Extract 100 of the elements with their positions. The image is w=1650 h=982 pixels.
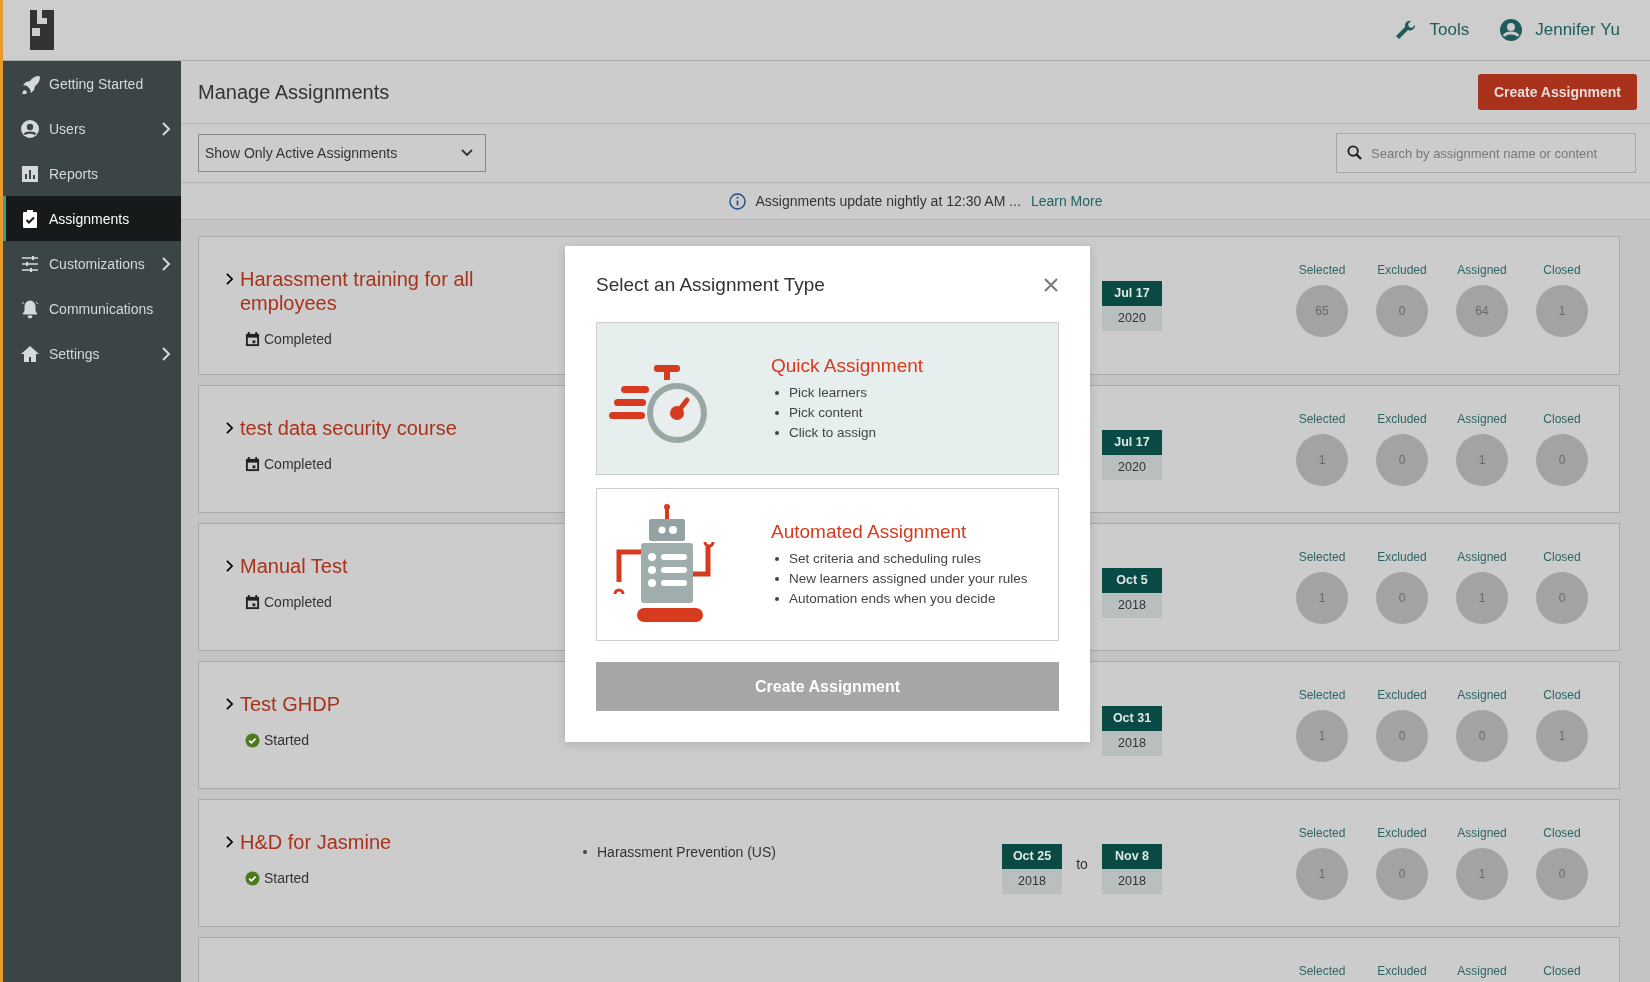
date-day: Jul 17 — [1102, 281, 1162, 306]
stat-count: 1 — [1456, 434, 1508, 486]
search-icon — [1347, 145, 1362, 160]
assignment-type-option[interactable]: Automated Assignment Set criteria and scheduling rules New learners assigned under your rules Automation ends when you decide — [596, 488, 1059, 641]
stat-count: 1 — [1456, 572, 1508, 624]
stat-label: Assigned — [1457, 688, 1507, 702]
expand-chevron-icon — [225, 698, 234, 710]
stat-count: 1 — [1296, 710, 1348, 762]
assignment-title[interactable]: Manual Test — [240, 554, 348, 578]
sidebar-item[interactable]: Customizations — [3, 241, 181, 286]
stat-label: Closed — [1543, 263, 1581, 277]
expand-chevron-icon — [225, 273, 234, 285]
stat-label: Assigned — [1457, 550, 1507, 564]
dialog-title: Select an Assignment Type — [596, 274, 825, 296]
date-year: 2020 — [1102, 306, 1162, 331]
status-label: Started — [264, 870, 310, 886]
stat-count: 1 — [1536, 285, 1588, 337]
stat-label: Excluded — [1377, 688, 1427, 702]
option-title: Quick Assignment — [771, 354, 924, 377]
calendar-icon — [245, 594, 260, 610]
date-year: 2018 — [1102, 731, 1162, 756]
option-bullet: Automation ends when you decide — [789, 589, 996, 608]
calendar-icon — [245, 331, 260, 347]
stat-label: Selected — [1298, 688, 1346, 702]
page-title: Manage Assignments — [198, 80, 390, 104]
close-icon[interactable] — [1043, 277, 1059, 293]
assignment-type-option[interactable]: Quick Assignment Pick learners Pick content Click to assign — [596, 322, 1059, 475]
sidebar-item[interactable]: Assignments — [3, 196, 181, 241]
stat-label: Assigned — [1457, 412, 1507, 426]
stat-label: Closed — [1543, 412, 1581, 426]
sidebar-item[interactable]: Getting Started — [3, 61, 181, 106]
caret-icon — [461, 149, 473, 157]
stat-label: Excluded — [1377, 412, 1427, 426]
stat-label: Assigned — [1457, 964, 1507, 978]
sliders-icon — [20, 253, 40, 274]
date-day: Oct 5 — [1102, 568, 1162, 593]
expand-chevron-icon — [225, 836, 234, 848]
assignment-title[interactable]: Harassment training for all employees — [240, 267, 500, 315]
stat-label: Closed — [1543, 826, 1581, 840]
assignment-title[interactable]: H&D for Jasmine — [240, 830, 392, 854]
option-bullet: Pick content — [789, 403, 863, 422]
sidebar-item[interactable]: Settings — [3, 331, 181, 376]
date-year: 2020 — [1102, 455, 1162, 480]
expand-chevron-icon — [225, 560, 234, 572]
check-circle-icon — [245, 870, 260, 886]
stat-label: Selected — [1298, 964, 1346, 978]
date-separator: to — [1076, 856, 1088, 872]
stat-count: 65 — [1296, 285, 1348, 337]
info-icon — [728, 192, 746, 210]
chart-icon — [20, 163, 40, 184]
bullet-dot — [775, 390, 779, 395]
stat-count: 1 — [1296, 848, 1348, 900]
date-day: Jul 17 — [1102, 430, 1162, 455]
user-icon — [20, 118, 40, 139]
stat-label: Closed — [1543, 688, 1581, 702]
bullet-dot — [775, 410, 779, 415]
assignment-title[interactable]: Test GHDP — [240, 692, 341, 716]
stat-label: Closed — [1543, 964, 1581, 978]
check-circle-icon — [245, 732, 260, 748]
stat-label: Selected — [1298, 263, 1346, 277]
status-label: Completed — [264, 331, 332, 347]
stat-count: 1 — [1456, 848, 1508, 900]
stat-label: Assigned — [1457, 263, 1507, 277]
date-year: 2018 — [1102, 869, 1162, 894]
rocket-icon — [20, 73, 40, 94]
sidebar-item[interactable]: Communications — [3, 286, 181, 331]
learn-more-link[interactable]: Learn More — [1030, 193, 1103, 209]
bullet-dot — [775, 430, 779, 435]
bullet-dot — [775, 596, 779, 601]
stat-count: 1 — [1536, 710, 1588, 762]
clipboard-icon — [20, 208, 40, 229]
sidebar-item[interactable]: Reports — [3, 151, 181, 196]
status-label: Completed — [264, 456, 332, 472]
stat-label: Closed — [1543, 550, 1581, 564]
status-label: Completed — [264, 594, 332, 610]
stat-count: 1 — [1296, 572, 1348, 624]
filter-dropdown[interactable]: Show Only Active Assignments — [198, 134, 486, 172]
option-title: Automated Assignment — [771, 520, 968, 543]
stat-count: 1 — [1296, 434, 1348, 486]
stat-label: Selected — [1298, 826, 1346, 840]
option-bullet: New learners assigned under your rules — [789, 569, 1028, 588]
user-menu[interactable]: Jennifer Yu — [1499, 18, 1620, 42]
option-bullet: Set criteria and scheduling rules — [789, 549, 982, 568]
status-label: Started — [264, 732, 310, 748]
stat-label: Excluded — [1377, 550, 1427, 564]
stat-label: Excluded — [1377, 826, 1427, 840]
option-bullet: Click to assign — [789, 423, 877, 442]
create-assignment-button[interactable]: Create Assignment — [1477, 74, 1637, 110]
stat-label: Excluded — [1377, 263, 1427, 277]
assignment-title[interactable]: test data security course — [240, 416, 457, 440]
sidebar-item[interactable]: Users — [3, 106, 181, 151]
search-field[interactable]: Search by assignment name or content — [1336, 133, 1636, 173]
tools-menu[interactable]: Tools — [1393, 18, 1470, 42]
notice-text: Assignments update nightly at 12:30 AM ... — [755, 193, 1021, 209]
date-year: 2018 — [1102, 593, 1162, 618]
calendar-icon — [245, 456, 260, 472]
bell-icon — [20, 298, 40, 319]
stat-label: Excluded — [1377, 964, 1427, 978]
content-item: Harassment Prevention (US) — [597, 844, 776, 860]
bullet-dot — [775, 576, 779, 581]
